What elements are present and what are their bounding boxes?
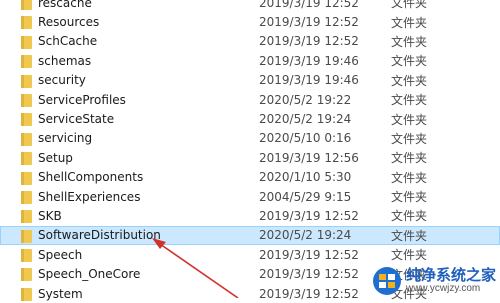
file-name: Speech	[38, 247, 83, 262]
file-date: 2019/3/19 12:52	[259, 208, 359, 223]
file-type: 文件夹	[391, 15, 428, 30]
file-row-selected[interactable]: SoftwareDistribution 2020/5/2 19:24 文件夹	[0, 225, 500, 246]
file-name: schemas	[38, 53, 92, 68]
file-type: 文件夹	[391, 131, 428, 146]
file-name: servicing	[38, 131, 93, 146]
folder-icon	[21, 16, 32, 30]
folder-icon	[21, 229, 32, 243]
file-type: 文件夹	[391, 34, 428, 49]
file-row[interactable]: Resources 2019/3/19 12:52 文件夹	[0, 12, 500, 31]
folder-icon	[21, 35, 32, 49]
file-date: 2019/3/19 12:52	[259, 247, 359, 262]
file-date: 2019/3/19 19:46	[259, 53, 359, 68]
watermark-logo-icon	[372, 267, 401, 295]
folder-icon	[21, 93, 32, 107]
file-type: 文件夹	[391, 248, 428, 263]
file-name: System	[38, 286, 83, 301]
file-list: rescache 2019/3/19 12:52 文件夹 Resources 2…	[0, 0, 500, 303]
file-type: 文件夹	[391, 0, 428, 11]
file-date: 2020/5/2 19:24	[259, 228, 352, 243]
watermark-url: www.ycwjzy.com	[405, 282, 481, 294]
folder-icon	[21, 210, 32, 224]
file-type: 文件夹	[391, 151, 428, 166]
file-type: 文件夹	[391, 170, 428, 185]
file-name: SchCache	[38, 34, 98, 49]
file-type: 文件夹	[391, 54, 428, 69]
folder-icon	[21, 287, 32, 301]
file-date: 2020/5/10 0:16	[259, 131, 352, 146]
file-type: 文件夹	[391, 209, 428, 224]
file-date: 2020/1/10 5:30	[259, 170, 352, 185]
file-date: 2019/3/19 12:56	[259, 150, 359, 165]
file-date: 2019/3/19 12:52	[259, 15, 359, 30]
file-name: SoftwareDistribution	[38, 228, 161, 243]
file-date: 2004/5/29 9:15	[259, 189, 352, 204]
file-date: 2020/5/2 19:22	[259, 92, 352, 107]
folder-icon	[21, 152, 32, 166]
file-row[interactable]: ServiceState 2020/5/2 19:24 文件夹	[0, 109, 500, 128]
file-row[interactable]: servicing 2020/5/10 0:16 文件夹	[0, 129, 500, 148]
file-row[interactable]: Speech 2019/3/19 12:52 文件夹	[0, 245, 500, 264]
folder-icon	[21, 249, 32, 263]
file-name: ServiceProfiles	[38, 92, 126, 107]
site-watermark: 纯净系统之家 www.ycwjzy.com	[372, 266, 496, 296]
folder-icon	[21, 132, 32, 146]
file-type: 文件夹	[391, 93, 428, 108]
folder-icon	[21, 268, 32, 282]
file-date: 2019/3/19 12:52	[259, 0, 359, 10]
file-name: ShellExperiences	[38, 189, 141, 204]
file-row[interactable]: SchCache 2019/3/19 12:52 文件夹	[0, 32, 500, 51]
file-date: 2019/3/19 12:52	[259, 267, 359, 282]
file-name: ShellComponents	[38, 170, 144, 185]
file-type: 文件夹	[391, 112, 428, 127]
file-row[interactable]: ShellComponents 2020/1/10 5:30 文件夹	[0, 168, 500, 187]
file-row[interactable]: SKB 2019/3/19 12:52 文件夹	[0, 206, 500, 225]
file-type: 文件夹	[391, 190, 428, 205]
folder-icon	[21, 113, 32, 127]
file-date: 2019/3/19 19:46	[259, 73, 359, 88]
file-type: 文件夹	[391, 228, 428, 243]
file-row[interactable]: security 2019/3/19 19:46 文件夹	[0, 71, 500, 90]
folder-icon	[21, 74, 32, 88]
file-name: ServiceState	[38, 112, 115, 127]
file-date: 2020/5/2 19:24	[259, 112, 352, 127]
file-row[interactable]: ShellExperiences 2004/5/29 9:15 文件夹	[0, 187, 500, 206]
file-row[interactable]: schemas 2019/3/19 19:46 文件夹	[0, 51, 500, 70]
file-type: 文件夹	[391, 73, 428, 88]
folder-icon	[21, 0, 32, 10]
file-date: 2019/3/19 12:52	[259, 34, 359, 49]
file-name: Resources	[38, 15, 100, 30]
file-name: SKB	[38, 208, 62, 223]
file-date: 2019/3/19 12:52	[259, 286, 359, 301]
folder-icon	[21, 190, 32, 204]
file-row[interactable]: Setup 2019/3/19 12:56 文件夹	[0, 148, 500, 167]
watermark-title: 纯净系统之家	[405, 265, 496, 284]
file-name: Setup	[38, 150, 73, 165]
file-name: rescache	[38, 0, 92, 10]
file-name: security	[38, 73, 86, 88]
file-row[interactable]: rescache 2019/3/19 12:52 文件夹	[0, 0, 500, 12]
folder-icon	[21, 55, 32, 69]
folder-icon	[21, 171, 32, 185]
file-name: Speech_OneCore	[38, 267, 141, 282]
file-row[interactable]: ServiceProfiles 2020/5/2 19:22 文件夹	[0, 90, 500, 109]
